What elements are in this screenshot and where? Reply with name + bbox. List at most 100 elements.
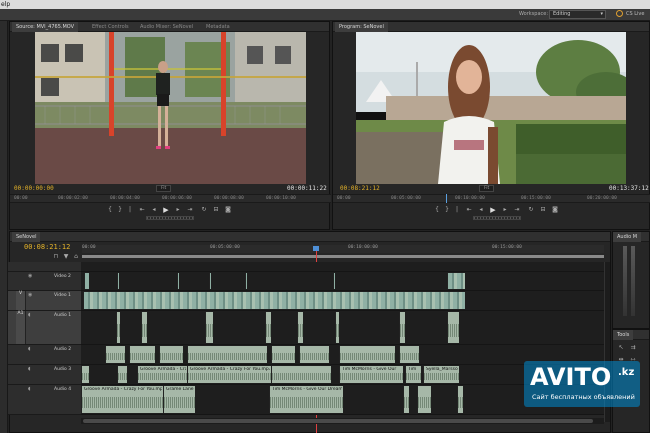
timeline-clip[interactable] — [447, 273, 465, 289]
timeline-clip[interactable] — [399, 312, 405, 343]
program-time-ruler[interactable]: 00:00 00:05:00:00 00:10:00:00 00:15:00:0… — [333, 194, 650, 203]
source-current-timecode[interactable]: 00:00:00:00 — [14, 185, 54, 192]
timeline-clip[interactable] — [271, 366, 331, 383]
workspace-select[interactable]: Editing ▾ — [549, 10, 606, 19]
timeline-clip[interactable] — [399, 346, 419, 363]
timeline-clip[interactable] — [116, 312, 120, 343]
track-header-audio-4[interactable]: ◖ Audio 4 — [8, 385, 81, 415]
track-header-audio-3[interactable]: ◖ Audio 3 — [8, 365, 81, 385]
lane-audio-1[interactable] — [81, 311, 604, 345]
export-frame-icon[interactable]: ◙ — [224, 206, 232, 214]
track-target-a1[interactable]: A1 — [16, 311, 26, 344]
source-jog-shuttle[interactable] — [146, 216, 194, 220]
scroll-thumb[interactable] — [83, 419, 593, 423]
timeline-clip[interactable]: Groove Armada - Crazy For You.mp3 — [81, 386, 163, 413]
timeline-clip[interactable] — [299, 346, 329, 363]
track-header-video-1[interactable]: V ◉ Video 1 — [8, 291, 81, 311]
timeline-clip[interactable] — [205, 312, 213, 343]
timeline-clip[interactable]: Tim McMorris - Give Our Dreams — [269, 386, 343, 413]
tab-source[interactable]: Source: MVI_4765.MOV — [12, 22, 79, 32]
timeline-clip[interactable] — [141, 312, 147, 343]
timeline-clip[interactable] — [209, 273, 211, 289]
timeline-current-timecode[interactable]: 00:08:21:12 — [24, 243, 70, 251]
go-to-in-icon[interactable]: | — [126, 206, 134, 214]
mark-in-icon[interactable]: { — [106, 206, 114, 214]
timeline-clip[interactable] — [117, 366, 127, 383]
timeline-clip[interactable] — [417, 386, 431, 413]
work-area-bar[interactable] — [82, 255, 604, 258]
speaker-icon[interactable]: ◖ — [28, 367, 34, 372]
play-icon[interactable]: ▶ — [489, 206, 497, 214]
mark-out-icon[interactable]: } — [116, 206, 124, 214]
timeline-clip[interactable] — [265, 312, 271, 343]
menu-help[interactable]: elp — [1, 1, 10, 8]
step-back-icon[interactable]: ◂ — [150, 206, 158, 214]
tab-audio-meters[interactable]: Audio M — [613, 232, 642, 242]
step-forward-icon[interactable]: ▸ — [174, 206, 182, 214]
play-icon[interactable]: ▶ — [162, 206, 170, 214]
timeline-clip[interactable] — [245, 273, 247, 289]
tab-effect-controls[interactable]: Effect Controls — [88, 22, 133, 32]
timeline-time-ruler[interactable]: 00:00 00:05:00:00 00:10:00:00 00:15:00:0… — [82, 245, 604, 253]
mark-out-icon[interactable]: } — [443, 206, 451, 214]
speaker-icon[interactable]: ◖ — [28, 313, 34, 318]
export-frame-icon[interactable]: ◙ — [551, 206, 559, 214]
tab-audio-mixer[interactable]: Audio Mixer: SeNovel — [136, 22, 197, 32]
speaker-icon[interactable]: ◖ — [28, 347, 34, 352]
source-zoom-select[interactable]: Fit — [156, 185, 172, 192]
timeline-clip[interactable] — [117, 273, 119, 289]
tab-sequence[interactable]: SeNovel — [12, 232, 41, 242]
timeline-clip[interactable] — [447, 312, 459, 343]
timeline-clip[interactable] — [457, 386, 463, 413]
cs-live-button[interactable]: CS Live — [616, 10, 644, 19]
timeline-clip[interactable] — [339, 346, 395, 363]
source-time-ruler[interactable]: 00:00 00:00:02:00 00:00:04:00 00:00:06:0… — [10, 194, 331, 203]
go-to-in-point-icon[interactable]: ⇤ — [465, 206, 473, 214]
timeline-clip[interactable]: Groove Armada - Crazy For You.mp3 — [137, 366, 187, 383]
lane-video-1[interactable] — [81, 291, 604, 311]
timeline-clip[interactable] — [129, 346, 155, 363]
go-to-out-point-icon[interactable]: ⇥ — [513, 206, 521, 214]
timeline-clip[interactable] — [81, 366, 89, 383]
timeline-clip[interactable] — [105, 346, 125, 363]
mark-in-icon[interactable]: { — [433, 206, 441, 214]
program-jog-shuttle[interactable] — [473, 216, 521, 220]
tab-metadata[interactable]: Metadata — [202, 22, 234, 32]
timeline-clip[interactable]: Grame Lane — [163, 386, 195, 413]
insert-icon[interactable]: ⊟ — [212, 206, 220, 214]
timeline-clip[interactable] — [159, 346, 183, 363]
timeline-clip[interactable] — [177, 273, 179, 289]
timeline-clip[interactable]: Tim McMorris - Give Our — [339, 366, 403, 383]
timeline-clip[interactable]: Tim — [405, 366, 421, 383]
speaker-icon[interactable]: ◖ — [28, 387, 34, 392]
track-select-tool-icon[interactable]: ⇉ — [629, 344, 637, 352]
selection-tool-icon[interactable]: ↖ — [617, 344, 625, 352]
program-playhead-marker[interactable] — [446, 194, 447, 203]
tab-program[interactable]: Program: SeNovel — [335, 22, 388, 32]
loop-icon[interactable]: ↻ — [527, 206, 535, 214]
snap-icon[interactable]: ⊓ — [52, 253, 60, 261]
go-to-in-icon[interactable]: | — [453, 206, 461, 214]
track-target-v[interactable]: V — [16, 291, 26, 310]
go-to-out-point-icon[interactable]: ⇥ — [186, 206, 194, 214]
track-header-audio-1[interactable]: A1 ◖ Audio 1 — [8, 311, 81, 345]
marker-icon[interactable]: ▼ — [62, 253, 70, 261]
program-zoom-select[interactable]: Fit — [479, 185, 495, 192]
timeline-clip[interactable] — [403, 386, 409, 413]
timeline-clip[interactable]: Groove Armada - Crazy For You.mp3 — [187, 366, 271, 383]
track-header-audio-2[interactable]: ◖ Audio 2 — [8, 345, 81, 365]
timeline-clip[interactable] — [297, 312, 303, 343]
timeline-playhead-handle[interactable] — [313, 246, 319, 251]
timeline-clip[interactable]: Syella_Marsson — [423, 366, 459, 383]
step-back-icon[interactable]: ◂ — [477, 206, 485, 214]
eye-icon[interactable]: ◉ — [28, 293, 34, 298]
eye-icon[interactable]: ◉ — [28, 274, 34, 279]
timeline-horizontal-scrollbar[interactable] — [81, 418, 604, 424]
timeline-clip[interactable] — [84, 273, 89, 289]
lift-icon[interactable]: ⊟ — [539, 206, 547, 214]
timeline-clip[interactable] — [335, 312, 339, 343]
program-current-timecode[interactable]: 00:08:21:12 — [340, 185, 380, 192]
timeline-clip[interactable] — [333, 273, 335, 289]
lane-video-2[interactable] — [81, 272, 604, 291]
step-forward-icon[interactable]: ▸ — [501, 206, 509, 214]
